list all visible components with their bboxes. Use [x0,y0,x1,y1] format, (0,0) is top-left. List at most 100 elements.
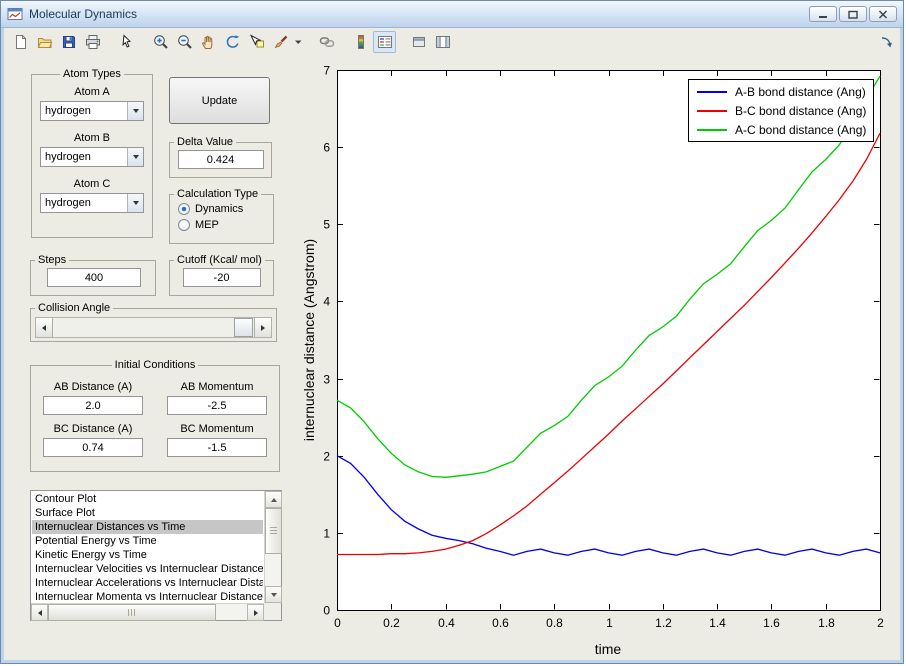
slider-right-arrow[interactable] [254,318,271,337]
steps-field[interactable] [47,268,141,287]
open-file-button[interactable] [33,31,56,53]
list-item[interactable]: Contour Plot [32,492,263,506]
scroll-right-button[interactable] [247,604,264,621]
zoom-out-button[interactable] [173,31,196,53]
slider-left-arrow[interactable] [36,318,53,337]
plot-type-list[interactable]: Contour Plot Surface Plot Internuclear Dis… [30,490,282,621]
legend-entry: A-B bond distance (Ang) [689,82,873,101]
collision-angle-panel: Collision Angle [30,302,277,342]
list-item[interactable]: Internuclear Velocities vs Internuclear … [32,562,263,576]
zoom-in-icon [153,34,168,49]
dynamics-radio-row[interactable]: Dynamics [178,203,273,215]
plot-legend[interactable]: A-B bond distance (Ang) B-C bond distanc… [688,79,874,142]
horizontal-scrollbar[interactable] [31,603,264,621]
edit-plot-button[interactable] [115,31,138,53]
edit-plot-icon [121,33,131,48]
update-button[interactable]: Update [169,77,270,124]
plot-canvas[interactable]: 0 0.2 0.4 0.6 0.8 1 1.2 1.4 1.6 1.8 2 0 1 2 3 4 5 6 7 [296,56,900,660]
maximize-button[interactable] [839,6,867,22]
list-item[interactable]: Internuclear Momenta vs Internuclear Dis… [32,590,263,602]
list-item[interactable]: Internuclear Distances vs Time [32,520,263,534]
window-title: Molecular Dynamics [29,7,138,21]
brush-data-button[interactable] [269,31,292,53]
atom-a-dropdown-button[interactable] [127,102,143,120]
vertical-scroll-thumb[interactable] [265,508,282,554]
legend-label: A-B bond distance (Ang) [735,84,866,99]
atom-c-dropdown[interactable]: hydrogen [40,193,144,213]
list-item[interactable]: Kinetic Energy vs Time [32,548,263,562]
ab-momentum-label: AB Momentum [180,381,254,393]
dock-figure-button[interactable] [877,33,895,51]
slider-thumb[interactable] [234,318,253,337]
molecular-dynamics-window: Molecular Dynamics Atom Types Atom A hyd… [0,0,904,664]
arrow-down-icon [270,592,277,597]
delta-value-field[interactable] [177,150,264,169]
x-tick-label: 2 [877,616,884,630]
cutoff-field[interactable] [182,268,261,287]
legend-line-sample [697,90,727,93]
scroll-down-button[interactable] [265,586,282,603]
brush-dropdown-button[interactable] [293,31,304,53]
zoom-in-button[interactable] [149,31,172,53]
atom-b-dropdown-button[interactable] [127,148,143,166]
figure-toolbar [4,28,900,55]
plot-type-list-items: Contour Plot Surface Plot Internuclear Dis… [32,492,263,602]
bc-distance-field[interactable] [43,438,143,457]
legend-entry: A-C bond distance (Ang) [689,120,873,139]
x-tick-label: 0.2 [383,616,400,630]
new-figure-button[interactable] [9,31,32,53]
x-tick-label: 1.8 [818,616,835,630]
calculation-type-legend: Calculation Type [177,188,259,200]
titlebar[interactable]: Molecular Dynamics [1,1,903,28]
arrow-right-icon [261,324,265,331]
save-figure-button[interactable] [57,31,80,53]
list-item[interactable]: Internuclear Accelerations vs Internucle… [32,576,263,590]
x-tick-label: 1 [606,616,613,630]
atom-b-dropdown[interactable]: hydrogen [40,147,144,167]
link-plot-button[interactable] [315,31,338,53]
bc-momentum-field[interactable] [167,438,267,457]
list-item[interactable]: Surface Plot [32,506,263,520]
dynamics-radio[interactable] [178,203,190,215]
insert-legend-button[interactable] [373,30,396,53]
calculation-type-panel: Calculation Type Dynamics MEP [169,188,274,244]
link-plot-icon [319,36,334,47]
y-tick-label: 2 [323,450,330,464]
data-cursor-button[interactable] [245,31,268,53]
collision-angle-slider[interactable] [35,317,272,338]
close-button[interactable] [869,6,897,22]
initial-conditions-panel: Initial Conditions AB Distance (A) AB Mo… [30,359,280,472]
mep-radio[interactable] [178,219,190,231]
scroll-up-button[interactable] [265,491,282,508]
bc-momentum-label: BC Momentum [180,423,254,435]
show-plot-tools-button[interactable] [431,31,454,53]
legend-entry: B-C bond distance (Ang) [689,101,873,120]
insert-colorbar-button[interactable] [349,31,372,53]
scroll-left-button[interactable] [31,604,48,621]
rotate-3d-button[interactable] [221,31,244,53]
ab-distance-field[interactable] [43,396,143,415]
vertical-scrollbar[interactable] [264,491,282,603]
chevron-down-icon [132,155,139,159]
legend-line-sample [697,109,727,112]
window-icon [7,7,23,21]
minimize-button[interactable] [809,6,837,22]
mep-radio-row[interactable]: MEP [178,219,273,231]
maximize-icon [848,10,858,19]
list-item[interactable]: Potential Energy vs Time [32,534,263,548]
x-tick-label: 0.6 [492,616,509,630]
horizontal-scroll-thumb[interactable] [48,604,216,621]
ab-momentum-field[interactable] [167,396,267,415]
ab-distance-label: AB Distance (A) [53,381,133,393]
print-figure-button[interactable] [81,31,104,53]
brush-icon [274,35,287,48]
open-file-icon [37,37,52,48]
hide-plot-tools-button[interactable] [407,31,430,53]
atom-c-dropdown-button[interactable] [127,194,143,212]
pan-hand-icon [201,35,212,49]
atom-c-label: Atom C [73,178,111,190]
rotate-3d-icon [226,34,239,48]
atom-a-dropdown[interactable]: hydrogen [40,101,144,121]
pan-button[interactable] [197,31,220,53]
y-tick-label: 1 [323,527,330,541]
